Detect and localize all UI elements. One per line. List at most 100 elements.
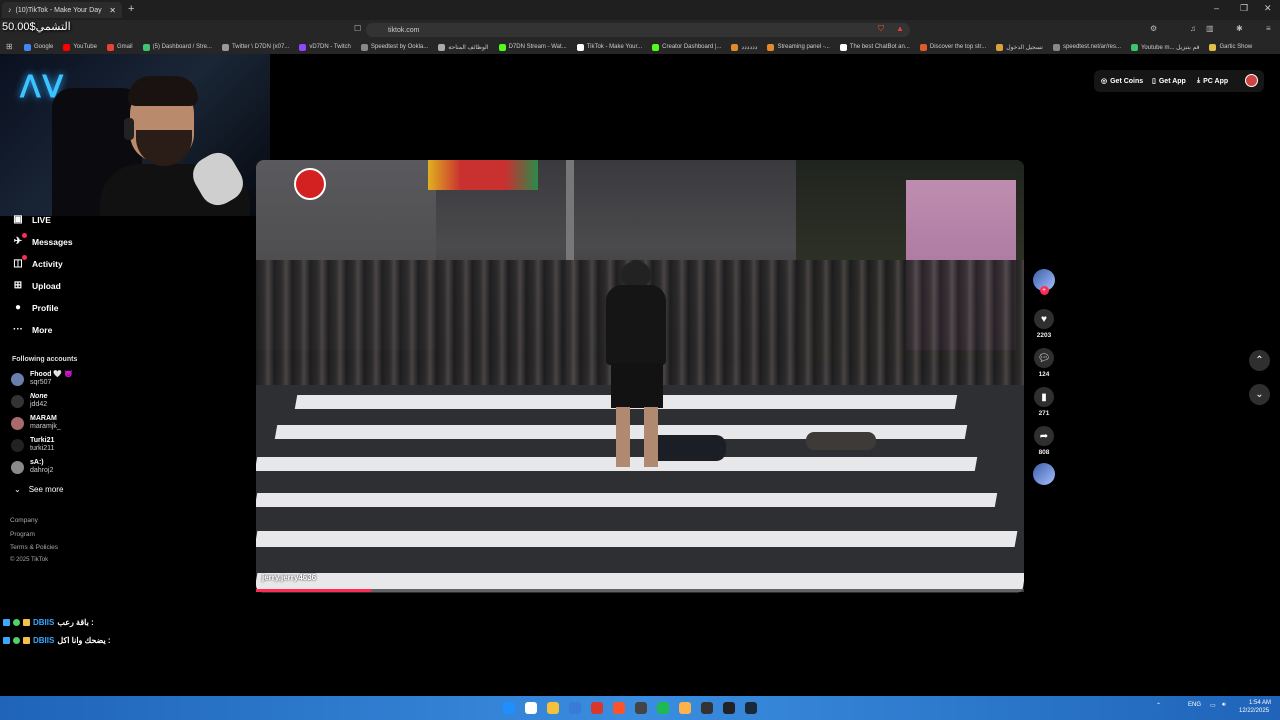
clock-date[interactable]: 12/22/2025 (1239, 708, 1269, 714)
bookmark-item[interactable]: Streaming panel -... (767, 43, 830, 51)
account-display-name: Turki21 (30, 437, 55, 444)
video-progress-bar[interactable] (256, 589, 1024, 592)
bookmark-label: Twitter \ D7DN (x07... (231, 44, 290, 50)
tab-close-icon[interactable]: ✕ (109, 6, 116, 15)
app-icon[interactable] (679, 702, 691, 714)
spotify-icon[interactable] (657, 702, 669, 714)
edge-icon[interactable] (569, 702, 581, 714)
bookmark-label: Speedtest by Ookla... (370, 44, 429, 50)
like-button[interactable]: ♥ 2203 (1034, 309, 1054, 339)
obs-icon[interactable] (591, 702, 603, 714)
video-person-torso (606, 285, 666, 365)
get-coins-button[interactable]: ◎ Get Coins (1101, 72, 1143, 90)
app-icon[interactable] (635, 702, 647, 714)
comment-count: 124 (1038, 371, 1050, 378)
extension-icon[interactable]: ⚙ (1150, 24, 1157, 33)
new-tab-button[interactable]: + (128, 3, 134, 15)
following-account[interactable]: Turki21 turki211 (11, 437, 54, 453)
apps-grid-icon[interactable]: ⊞ (6, 42, 13, 51)
address-bar[interactable]: tiktok.com (366, 23, 910, 37)
phone-icon: ▯ (1152, 78, 1156, 85)
previous-video-button[interactable]: ⌃ (1249, 350, 1270, 371)
share-button[interactable]: ➦ 808 (1034, 426, 1054, 456)
bookmark-item[interactable]: Twitter \ D7DN (x07... (221, 43, 290, 51)
following-account[interactable]: MARAM maramjk_ (11, 415, 61, 431)
save-button[interactable]: ▮ 271 (1034, 387, 1054, 417)
music-disc-button[interactable] (1033, 463, 1055, 485)
sidebar-item-label: Upload (32, 280, 61, 291)
minimize-button[interactable]: – (1214, 3, 1219, 13)
bookmark-item[interactable]: Youtube m... قم بتنزيل (1130, 43, 1199, 51)
see-more-label: See more (28, 485, 64, 494)
brave-shield-icon[interactable]: ⛉ (878, 24, 884, 34)
bookmark-item[interactable]: The best ChatBot an... (839, 43, 910, 51)
bookmark-item[interactable]: Gartic Show (1209, 43, 1252, 51)
network-icon[interactable]: ▭ (1210, 702, 1216, 709)
crosswalk-stripe (256, 493, 998, 507)
tray-language[interactable]: ENG (1188, 702, 1201, 708)
streamer-hair (128, 76, 198, 106)
sidebar-toggle-icon[interactable]: ▥ (1206, 24, 1214, 33)
close-window-button[interactable]: ✕ (1264, 3, 1272, 14)
bookmark-item[interactable]: تسجيل الدخول (996, 43, 1043, 51)
comment-button[interactable]: 💬︎ 124 (1034, 348, 1054, 378)
sidebar-item-live[interactable]: ▣ LIVE (12, 214, 51, 225)
bookmark-label: تسجيل الدخول (1006, 44, 1043, 51)
sidebar-item-upload[interactable]: ⊞ Upload (12, 280, 61, 291)
account-handle: sqr507 (30, 379, 52, 386)
bookmark-item[interactable]: TikTok - Make Your... (576, 43, 642, 51)
bookmark-icon[interactable]: ☐ (354, 24, 361, 33)
music-icon[interactable]: ♫ (1190, 24, 1196, 33)
rewards-icon[interactable]: ▲ (896, 24, 904, 33)
follow-plus-icon[interactable]: + (1039, 286, 1049, 295)
windows-start-icon[interactable] (503, 702, 515, 714)
video-player[interactable] (256, 160, 1024, 593)
app-icon[interactable] (701, 702, 713, 714)
get-app-button[interactable]: ▯ Get App (1152, 72, 1186, 90)
bookmark-item[interactable]: vD7DN - Twitch (299, 43, 351, 51)
bookmark-favicon-icon (919, 43, 927, 51)
footer-terms[interactable]: Terms & Policies (10, 544, 58, 551)
avatar (11, 438, 24, 452)
sidebar-item-profile[interactable]: ● Profile (12, 302, 58, 313)
brave-icon[interactable] (613, 702, 625, 714)
volume-icon[interactable]: 🔊︎ (1222, 702, 1226, 709)
following-account[interactable]: Fhood 🤍 😈 sqr507 (11, 371, 73, 387)
extensions-puzzle-icon[interactable]: ✱ (1236, 24, 1243, 33)
file-explorer-icon[interactable] (547, 702, 559, 714)
bookmark-item[interactable]: Speedtest by Ookla... (360, 43, 429, 51)
creator-avatar-button[interactable]: + (1033, 269, 1055, 295)
bookmark-item[interactable]: Discover the top str... (919, 43, 986, 51)
bookmark-item[interactable]: الوظائف المتاحة (438, 43, 489, 51)
browser-tab[interactable]: ♪ (10)TikTok - Make Your Day ✕ (2, 2, 122, 18)
bookmark-item[interactable]: Google (24, 43, 53, 51)
app-icon[interactable] (723, 702, 735, 714)
bookmark-item[interactable]: speedtest.net/ar/res... (1052, 43, 1121, 51)
bookmark-item[interactable]: (5) Dashboard / Stre... (142, 43, 212, 51)
bookmark-item[interactable]: Creator Dashboard |... (652, 43, 721, 51)
clock-time[interactable]: 1:54 AM (1249, 700, 1271, 706)
following-account[interactable]: None jdd42 (11, 393, 48, 409)
bookmark-item[interactable]: D7DN Stream - Wat... (498, 43, 567, 51)
bookmark-item[interactable]: YouTube (63, 43, 97, 51)
footer-company[interactable]: Company (10, 517, 38, 524)
sidebar-item-label: Profile (32, 302, 59, 313)
maximize-button[interactable]: ❐ (1240, 3, 1248, 14)
following-account[interactable]: sA:) dahroj2 (11, 459, 53, 475)
bookmark-item[interactable]: دددددد (731, 43, 757, 51)
pc-app-button[interactable]: ⤓ PC App (1197, 72, 1228, 90)
account-handle: maramjk_ (30, 423, 61, 430)
steam-icon[interactable] (745, 702, 757, 714)
sidebar-item-messages[interactable]: ✈ Messages (12, 233, 73, 247)
menu-icon[interactable]: ≡ (1266, 24, 1271, 33)
see-more-button[interactable]: ⌄ See more (14, 485, 63, 494)
video-author[interactable]: jerry.jerry4636 (262, 573, 316, 582)
profile-avatar[interactable] (1245, 74, 1258, 87)
footer-program[interactable]: Program (10, 531, 35, 538)
search-icon[interactable] (525, 702, 537, 714)
next-video-button[interactable]: ⌄ (1249, 384, 1270, 405)
tray-chevron-icon[interactable]: ⌃ (1156, 702, 1161, 709)
sidebar-item-activity[interactable]: ◫ Activity (12, 255, 63, 269)
sidebar-item-more[interactable]: ··· More (12, 324, 52, 335)
bookmark-item[interactable]: Gmail (106, 43, 133, 51)
